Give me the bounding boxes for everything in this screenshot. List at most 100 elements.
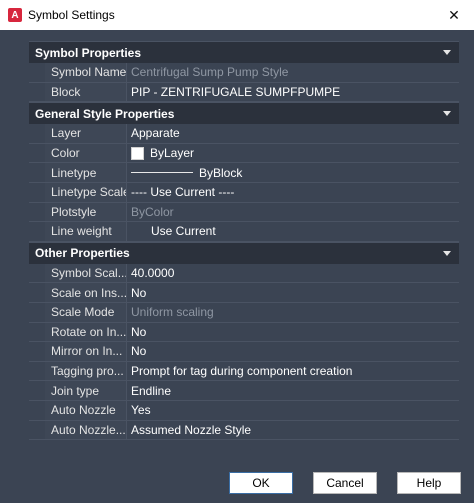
- property-value[interactable]: Uniform scaling: [127, 302, 459, 322]
- property-value[interactable]: Use Current: [127, 222, 459, 241]
- chevron-down-icon[interactable]: [443, 50, 451, 55]
- property-label: Join type: [45, 381, 127, 400]
- close-icon[interactable]: ✕: [434, 0, 474, 30]
- property-value[interactable]: No: [127, 283, 459, 302]
- color-swatch-icon: [131, 146, 144, 160]
- linetype-preview-icon: [131, 172, 193, 174]
- property-label: Scale on Ins...: [45, 283, 127, 302]
- row-gutter: [29, 263, 45, 283]
- property-label: Auto Nozzle: [45, 400, 127, 420]
- row-gutter: [29, 420, 45, 440]
- property-row[interactable]: Color ByLayer: [29, 143, 459, 164]
- property-value-text: ByColor: [131, 204, 174, 219]
- property-value-text: PIP - ZENTRIFUGALE SUMPFPUMPE: [131, 84, 341, 99]
- section-title: Symbol Properties: [35, 45, 142, 60]
- property-label: Layer: [45, 124, 127, 143]
- property-label: Mirror on In...: [45, 342, 127, 361]
- row-gutter: [29, 202, 45, 222]
- property-row[interactable]: Auto Nozzle Yes: [29, 400, 459, 421]
- property-value-text: Centrifugal Sump Pump Style: [131, 65, 289, 80]
- property-value[interactable]: ByBlock: [127, 163, 459, 182]
- row-gutter: [29, 302, 45, 322]
- property-label: Scale Mode: [45, 302, 127, 322]
- property-row[interactable]: Layer Apparate: [29, 124, 459, 144]
- property-value-text: Use Current: [151, 224, 216, 239]
- property-value-text: Yes: [131, 403, 151, 418]
- section-header[interactable]: Symbol Properties: [29, 41, 459, 63]
- cancel-button[interactable]: Cancel: [313, 472, 377, 494]
- property-value-text: No: [131, 324, 147, 339]
- property-row[interactable]: Linetype ByBlock: [29, 163, 459, 183]
- chevron-down-icon[interactable]: [443, 111, 451, 117]
- property-label: Tagging pro...: [45, 361, 127, 381]
- property-row[interactable]: Line weight Use Current: [29, 222, 459, 242]
- property-row[interactable]: Auto Nozzle... Assumed Nozzle Style: [29, 420, 459, 441]
- property-label: Symbol Name: [45, 63, 127, 82]
- row-gutter: [29, 342, 45, 361]
- autocad-app-icon: A: [8, 8, 22, 22]
- property-value[interactable]: PIP - ZENTRIFUGALE SUMPFPUMPE: [127, 82, 459, 102]
- property-row[interactable]: Scale on Ins... No: [29, 283, 459, 303]
- property-row[interactable]: Linetype Scale ---- Use Current ----: [29, 182, 459, 203]
- property-value-text: Endline: [131, 383, 172, 398]
- section-header[interactable]: Other Properties: [29, 241, 459, 264]
- property-label: Linetype: [45, 163, 127, 182]
- property-row[interactable]: Scale Mode Uniform scaling: [29, 302, 459, 323]
- property-value[interactable]: Centrifugal Sump Pump Style: [127, 63, 459, 82]
- section-title: Other Properties: [35, 246, 130, 261]
- row-gutter: [29, 124, 45, 143]
- property-value-text: No: [131, 285, 147, 300]
- title-bar: A Symbol Settings ✕: [0, 0, 474, 30]
- property-row[interactable]: Plotstyle ByColor: [29, 202, 459, 223]
- property-label: Symbol Scal...: [45, 263, 127, 283]
- help-button[interactable]: Help: [397, 472, 461, 494]
- property-row[interactable]: Tagging pro... Prompt for tag during comp…: [29, 361, 459, 382]
- property-row[interactable]: Symbol Scal... 40.0000: [29, 263, 459, 284]
- property-label: Linetype Scale: [45, 182, 127, 202]
- row-gutter: [29, 361, 45, 381]
- property-value[interactable]: Assumed Nozzle Style: [127, 420, 459, 440]
- row-gutter: [29, 322, 45, 342]
- dialog-client: Symbol Properties Symbol Name Centrifugal …: [0, 30, 474, 503]
- property-row[interactable]: Block PIP - ZENTRIFUGALE SUMPFPUMPE: [29, 82, 459, 103]
- property-value-text: Assumed Nozzle Style: [131, 422, 252, 437]
- property-row[interactable]: Symbol Name Centrifugal Sump Pump Style: [29, 63, 459, 83]
- row-gutter: [29, 400, 45, 420]
- property-value-text: 40.0000: [131, 266, 175, 281]
- chevron-down-icon[interactable]: [443, 250, 451, 256]
- property-value[interactable]: 40.0000: [127, 263, 459, 283]
- property-value-text: ByLayer: [150, 146, 195, 161]
- property-label: Auto Nozzle...: [45, 420, 127, 440]
- property-value-text: Apparate: [131, 126, 180, 141]
- property-value[interactable]: ByColor: [127, 202, 459, 222]
- property-label: Rotate on In...: [45, 322, 127, 342]
- property-value[interactable]: ---- Use Current ----: [127, 182, 459, 202]
- ok-button[interactable]: OK: [229, 472, 293, 494]
- property-value[interactable]: ByLayer: [127, 143, 459, 163]
- property-row[interactable]: Mirror on In... No: [29, 342, 459, 362]
- section-header[interactable]: General Style Properties: [29, 102, 459, 125]
- property-label: Block: [45, 82, 127, 102]
- row-gutter: [29, 163, 45, 182]
- property-value[interactable]: Yes: [127, 400, 459, 420]
- property-value[interactable]: No: [127, 342, 459, 361]
- property-row[interactable]: Join type Endline: [29, 381, 459, 401]
- property-label: Plotstyle: [45, 202, 127, 222]
- property-value-text: ---- Use Current ----: [131, 185, 235, 200]
- property-label: Color: [45, 143, 127, 163]
- row-gutter: [29, 381, 45, 400]
- property-value[interactable]: Apparate: [127, 124, 459, 143]
- row-gutter: [29, 182, 45, 202]
- property-value[interactable]: Prompt for tag during component creation: [127, 361, 459, 381]
- row-gutter: [29, 82, 45, 102]
- property-value-text: No: [131, 344, 147, 359]
- property-value-text: Prompt for tag during component creation: [131, 364, 353, 379]
- section-title: General Style Properties: [35, 106, 175, 121]
- property-value[interactable]: No: [127, 322, 459, 342]
- property-label: Line weight: [45, 222, 127, 241]
- properties-panel: Symbol Properties Symbol Name Centrifugal …: [29, 41, 459, 473]
- row-gutter: [29, 63, 45, 82]
- property-row[interactable]: Rotate on In... No: [29, 322, 459, 343]
- window-title: Symbol Settings: [28, 8, 115, 22]
- property-value[interactable]: Endline: [127, 381, 459, 400]
